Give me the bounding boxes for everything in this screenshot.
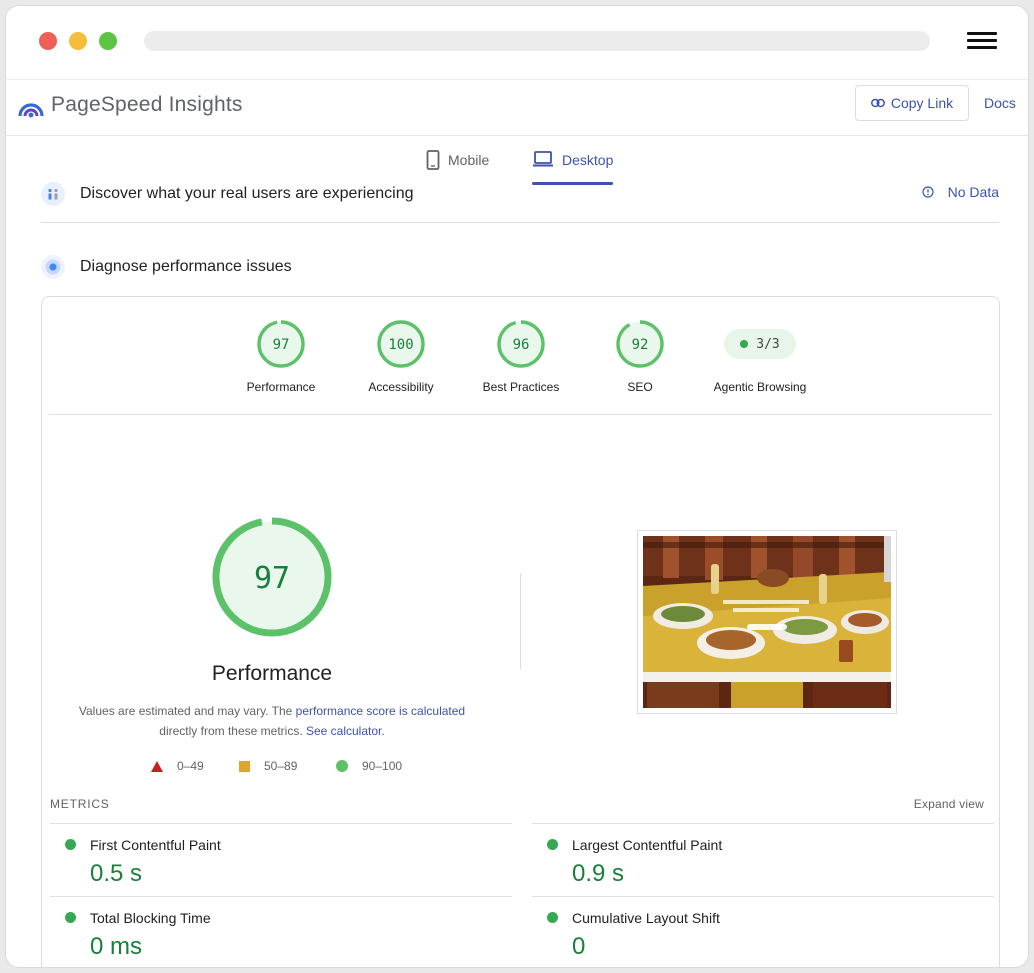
agentic-browsing-pill: 3/3 <box>724 329 796 359</box>
metric-value: 0 ms <box>90 933 143 960</box>
metric-value: 0.5 s <box>90 860 143 887</box>
close-window-button[interactable] <box>39 32 57 50</box>
performance-score-link[interactable]: performance score is calculated <box>296 704 465 718</box>
phone-icon <box>426 150 440 170</box>
note-text-2: directly from these metrics. <box>159 724 306 738</box>
performance-title: Performance <box>211 662 333 685</box>
svg-text:97: 97 <box>273 337 290 353</box>
gauge-seo-label: SEO <box>627 380 653 394</box>
gauge-best-practices[interactable]: 96 Best Practices <box>466 319 576 394</box>
field-data-section: Discover what your real users are experi… <box>41 182 999 206</box>
performance-score-gauge: 97 <box>212 517 332 637</box>
gauge-accessibility[interactable]: 100 Accessibility <box>346 319 456 394</box>
triangle-fail-icon <box>151 760 163 772</box>
svg-text:96: 96 <box>513 337 530 353</box>
metric-divider <box>50 896 512 897</box>
legend-average: 50–89 <box>239 759 297 773</box>
note-text-1: Values are estimated and may vary. The <box>78 704 296 718</box>
expand-view-link[interactable]: Expand view <box>914 797 984 811</box>
metric-name: Total Blocking Time <box>90 910 211 926</box>
accessibility-gauge-ring: 100 <box>377 320 425 368</box>
see-calculator-link[interactable]: See calculator. <box>306 724 385 738</box>
gauge-agentic-browsing-label: Agentic Browsing <box>713 380 807 394</box>
tab-desktop[interactable]: Desktop <box>532 150 614 186</box>
docs-link[interactable]: Docs <box>984 95 1016 111</box>
gauge-best-practices-label: Best Practices <box>482 380 560 394</box>
square-average-icon <box>239 760 250 772</box>
minimize-window-button[interactable] <box>69 32 87 50</box>
app-header: PageSpeed Insights Copy Link Docs <box>6 80 1028 136</box>
diagnose-icon <box>41 255 65 279</box>
legend-fail: 0–49 <box>151 759 204 773</box>
link-icon <box>870 98 885 108</box>
metric-value: 0 <box>572 933 586 960</box>
seo-gauge-ring: 92 <box>616 320 664 368</box>
page-screenshot-image <box>643 536 891 708</box>
legend-pass-label: 90–100 <box>362 759 403 773</box>
metric-name: Largest Contentful Paint <box>572 837 723 853</box>
lab-data-section: Diagnose performance issues <box>41 255 999 279</box>
legend-average-label: 50–89 <box>264 759 298 773</box>
browser-chrome <box>6 6 1028 80</box>
no-data-label: No Data <box>947 184 999 200</box>
gauge-performance[interactable]: 97 Performance <box>226 319 336 394</box>
no-data-status[interactable]: No Data <box>922 184 999 200</box>
metric-fcp: First Contentful Paint 0.5 s <box>50 823 512 895</box>
performance-note: Values are estimated and may vary. The p… <box>62 701 482 741</box>
score-legend: 0–49 50–89 90–100 <box>42 759 502 775</box>
final-screenshot[interactable] <box>637 530 897 714</box>
svg-text:97: 97 <box>254 561 290 596</box>
best-practices-gauge-ring: 96 <box>497 320 545 368</box>
field-data-icon <box>41 182 65 206</box>
metric-divider <box>532 823 994 824</box>
pagespeed-logo-icon <box>18 103 44 118</box>
maximize-window-button[interactable] <box>99 32 117 50</box>
metric-divider <box>50 823 512 824</box>
hamburger-menu-icon[interactable] <box>967 31 997 51</box>
copy-link-label: Copy Link <box>890 95 954 111</box>
circle-pass-icon <box>336 760 348 772</box>
tab-mobile-label: Mobile <box>448 152 490 168</box>
metric-value: 0.9 s <box>572 860 625 887</box>
tab-desktop-label: Desktop <box>562 152 614 168</box>
vertical-divider <box>520 573 521 669</box>
gauge-agentic-browsing[interactable]: 3/3 Agentic Browsing <box>705 319 815 394</box>
section-divider <box>41 222 999 223</box>
browser-window: PageSpeed Insights Copy Link Docs Mobile… <box>5 5 1029 968</box>
performance-gauge-ring: 97 <box>257 320 305 368</box>
metric-name: Cumulative Layout Shift <box>572 910 720 926</box>
lab-data-title: Diagnose performance issues <box>80 258 292 275</box>
info-icon <box>922 186 934 198</box>
gauge-performance-label: Performance <box>246 380 316 394</box>
restaurant-photo-image <box>643 536 891 708</box>
pass-dot-icon <box>65 839 76 850</box>
svg-text:92: 92 <box>632 337 649 353</box>
metric-tbt: Total Blocking Time 0 ms <box>50 896 512 967</box>
field-data-title: Discover what your real users are experi… <box>80 185 414 202</box>
tab-mobile[interactable]: Mobile <box>426 150 489 186</box>
address-bar[interactable] <box>144 31 930 51</box>
pass-dot-icon <box>65 912 76 923</box>
metric-divider <box>532 896 994 897</box>
metrics-header: METRICS Expand view <box>50 797 984 811</box>
card-divider <box>49 414 992 415</box>
pass-dot-icon <box>740 340 749 348</box>
laptop-icon <box>533 151 553 167</box>
metric-name: First Contentful Paint <box>90 837 221 853</box>
copy-link-button[interactable]: Copy Link <box>855 85 969 121</box>
agentic-browsing-value: 3/3 <box>756 336 780 352</box>
report-card: 97 Performance 100 Accessibility 96 Best… <box>41 296 1000 967</box>
metric-cls: Cumulative Layout Shift 0 <box>532 896 994 967</box>
svg-text:100: 100 <box>388 337 413 353</box>
legend-pass: 90–100 <box>336 759 402 773</box>
metric-lcp: Largest Contentful Paint 0.9 s <box>532 823 994 895</box>
pass-dot-icon <box>547 839 558 850</box>
legend-fail-label: 0–49 <box>177 759 204 773</box>
app-title[interactable]: PageSpeed Insights <box>51 93 243 117</box>
pass-dot-icon <box>547 912 558 923</box>
metrics-heading: METRICS <box>50 797 110 811</box>
gauge-accessibility-label: Accessibility <box>368 380 434 394</box>
gauge-seo[interactable]: 92 SEO <box>585 319 695 394</box>
